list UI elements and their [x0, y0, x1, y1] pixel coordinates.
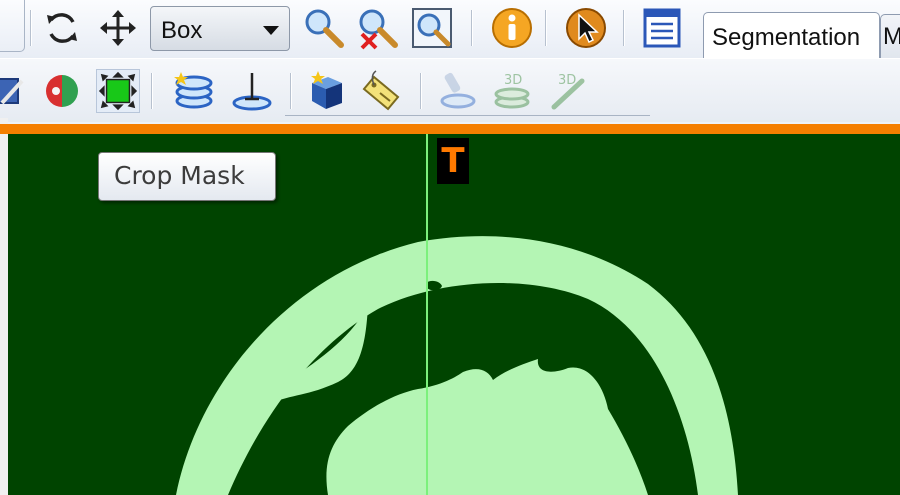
segment-button[interactable] [40, 69, 84, 113]
svg-text:3D: 3D [558, 73, 576, 88]
mask-cube-button[interactable] [304, 69, 348, 113]
toolbar-separator [30, 10, 32, 46]
tab-next-label: M [883, 23, 900, 51]
cursor-icon [566, 8, 606, 48]
cursor-button[interactable] [564, 6, 608, 50]
chevron-down-icon [263, 26, 279, 35]
tooltip-text: Crop Mask [114, 161, 245, 190]
3d-layers-button[interactable]: 3D [490, 69, 534, 113]
segmentation-toolbar: 3D 3D [0, 58, 900, 122]
main-toolbar: Box Segmentation [0, 0, 900, 62]
pan-button[interactable] [96, 6, 140, 50]
tab-segmentation[interactable]: Segmentation [703, 12, 880, 62]
toolbar-separator [545, 10, 547, 46]
viewer-left-border [0, 118, 8, 495]
3d-brush-button[interactable]: 3D [546, 69, 590, 113]
tool-mode-value: Box [161, 17, 203, 44]
tool-mode-select[interactable]: Box [150, 6, 290, 51]
svg-text:3D: 3D [504, 73, 522, 88]
layers-icon [174, 72, 213, 109]
layers-button[interactable] [172, 69, 216, 113]
toolbar-separator [151, 73, 153, 109]
zoom-region-icon [412, 8, 452, 48]
tag-icon [362, 70, 400, 111]
toolbar-separator [290, 73, 292, 109]
list-view-icon [643, 8, 681, 48]
tab-next[interactable]: M [880, 14, 900, 62]
toolbar-underline [285, 115, 650, 116]
tab-segmentation-label: Segmentation [712, 24, 861, 51]
3d-paint-icon [440, 72, 476, 109]
seed-point-button[interactable] [230, 69, 274, 113]
toolbar-separator [471, 10, 473, 46]
toolbar-group-left [0, 0, 25, 52]
seed-point-icon [232, 73, 272, 111]
zoom-icon [305, 9, 344, 48]
edit-button[interactable] [0, 69, 28, 113]
tag-button[interactable] [360, 69, 404, 113]
active-viewer-indicator [0, 124, 900, 134]
zoom-reset-icon [359, 9, 398, 50]
crop-mask-button[interactable] [96, 69, 140, 113]
info-button[interactable] [490, 6, 534, 50]
segment-icon [46, 75, 78, 107]
app-window: Box Segmentation 3D 3D T Crop Mask [0, 0, 900, 495]
toolbar-separator [420, 73, 422, 109]
3d-layers-icon: 3D [494, 73, 530, 109]
rotate-button[interactable] [40, 6, 84, 50]
tooltip: Crop Mask [98, 152, 276, 201]
orientation-marker: T [437, 138, 469, 184]
pan-icon [100, 10, 136, 46]
mask-cube-icon [311, 71, 342, 109]
zoom-region-button[interactable] [410, 6, 454, 50]
toolbar-separator [623, 10, 625, 46]
list-view-button[interactable] [640, 6, 684, 50]
edit-icon [0, 78, 24, 105]
3d-brush-icon: 3D [551, 73, 585, 110]
rotate-icon [47, 13, 77, 43]
zoom-reset-button[interactable] [356, 6, 400, 50]
zoom-button[interactable] [302, 6, 346, 50]
crop-mask-icon [98, 71, 138, 111]
info-icon [492, 8, 532, 48]
3d-paint-button[interactable] [436, 69, 480, 113]
